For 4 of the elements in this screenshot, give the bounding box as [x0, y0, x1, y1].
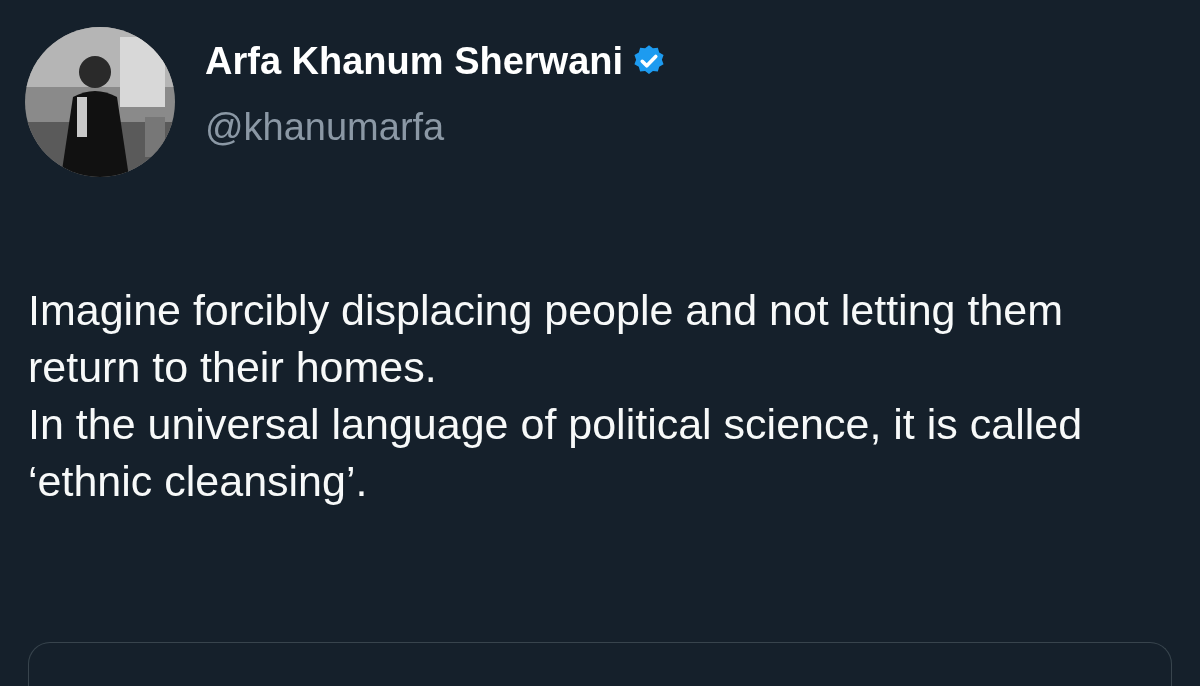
author-handle[interactable]: @khanumarfa — [205, 103, 668, 151]
quote-card[interactable] — [28, 642, 1172, 686]
author-name[interactable]: Arfa Khanum Sherwani — [205, 37, 624, 85]
tweet-text: Imagine forcibly displacing people and not letting them return to their homes. In the universal language of political science, it is called ‘ethnic cleansing’. — [28, 285, 1084, 507]
